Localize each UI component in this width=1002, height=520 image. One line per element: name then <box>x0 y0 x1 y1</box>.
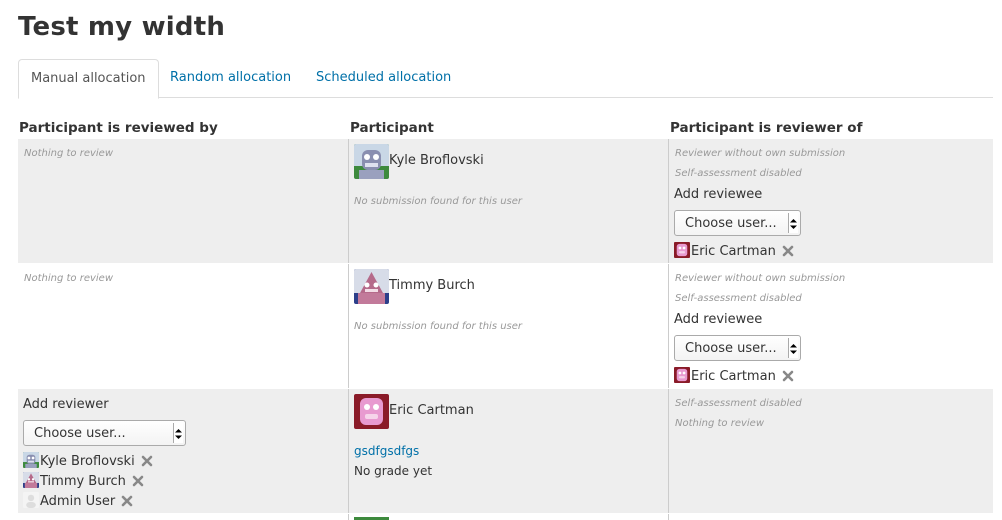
participant-cell <box>348 514 669 520</box>
tab-scheduled-allocation[interactable]: Scheduled allocation <box>304 59 463 96</box>
reviewed-by-cell: Nothing to review <box>18 139 348 263</box>
robot-grey-icon <box>354 144 389 179</box>
assigned-name: Timmy Burch <box>40 474 126 489</box>
tab-random-allocation[interactable]: Random allocation <box>158 59 303 96</box>
self-assessment-disabled-note: Self-assessment disabled <box>675 168 802 179</box>
choose-reviewee-select[interactable]: Choose user... <box>674 335 801 361</box>
robot-pink-icon <box>674 242 690 258</box>
header-reviewed-by: Participant is reviewed by <box>19 120 218 136</box>
assigned-reviewee: Eric Cartman <box>674 367 794 386</box>
assigned-reviewer: Admin User <box>23 492 133 511</box>
grade-status: No grade yet <box>354 464 433 478</box>
participant-cell: Timmy Burch No submission found for this… <box>348 264 669 388</box>
add-reviewee-label: Add reviewee <box>674 187 763 202</box>
reviewer-of-cell: Reviewer without own submission Self-ass… <box>668 139 994 263</box>
nothing-to-review-note: Nothing to review <box>24 273 114 284</box>
participant-cell: Kyle Broflovski No submission found for … <box>348 139 669 263</box>
select-arrows-icon <box>788 213 798 233</box>
robot-red-icon <box>354 269 389 304</box>
participant-name: Timmy Burch <box>389 278 475 293</box>
select-arrows-icon <box>788 338 798 358</box>
robot-pink-icon <box>354 394 389 429</box>
assigned-reviewer: Timmy Burch <box>23 472 144 491</box>
allocation-row: Nothing to review Timmy Burch No submiss… <box>18 264 993 388</box>
robot-pink-icon <box>674 367 690 383</box>
select-value: Choose user... <box>34 426 126 441</box>
no-submission-note: No submission found for this user <box>354 196 523 207</box>
participant-cell: Eric Cartman gsdfgsdfgs No grade yet <box>348 389 669 513</box>
assigned-reviewer: Kyle Broflovski <box>23 452 153 471</box>
robot-red-icon <box>23 472 39 488</box>
remove-icon[interactable] <box>141 455 153 471</box>
allocation-tabs: Manual allocation Random allocation Sche… <box>18 59 993 99</box>
allocation-row: Add reviewer Choose user... Kyle Broflov… <box>18 389 993 513</box>
assigned-name: Kyle Broflovski <box>40 454 135 469</box>
remove-icon[interactable] <box>782 245 794 261</box>
header-reviewer-of: Participant is reviewer of <box>670 120 863 136</box>
allocation-row: Nothing to review Kyle Broflovski No sub… <box>18 139 993 263</box>
participant-name: Eric Cartman <box>389 403 474 418</box>
participant-name: Kyle Broflovski <box>389 153 484 168</box>
assigned-name: Eric Cartman <box>691 369 776 384</box>
assigned-name: Eric Cartman <box>691 244 776 259</box>
default-user-icon <box>23 492 39 508</box>
select-value: Choose user... <box>685 341 777 356</box>
reviewed-by-cell: Nothing to review <box>18 264 348 388</box>
nothing-to-review-note: Nothing to review <box>675 418 765 429</box>
nothing-to-review-note: Nothing to review <box>24 148 114 159</box>
remove-icon[interactable] <box>782 370 794 386</box>
reviewer-without-submission-note: Reviewer without own submission <box>675 148 846 159</box>
tab-manual-allocation[interactable]: Manual allocation <box>18 59 159 99</box>
assigned-name: Admin User <box>40 494 116 509</box>
remove-icon[interactable] <box>132 475 144 491</box>
reviewed-by-cell: Add reviewer Choose user... Kyle Broflov… <box>18 389 348 513</box>
header-participant: Participant <box>350 120 434 136</box>
self-assessment-disabled-note: Self-assessment disabled <box>675 398 802 409</box>
add-reviewer-label: Add reviewer <box>23 397 109 412</box>
allocation-row <box>18 514 993 520</box>
submission-link[interactable]: gsdfgsdfgs <box>354 444 419 458</box>
no-submission-note: No submission found for this user <box>354 321 523 332</box>
robot-grey-icon <box>23 452 39 468</box>
reviewer-without-submission-note: Reviewer without own submission <box>675 273 846 284</box>
reviewer-of-cell <box>668 514 994 520</box>
choose-reviewer-select[interactable]: Choose user... <box>23 420 186 446</box>
choose-reviewee-select[interactable]: Choose user... <box>674 210 801 236</box>
page-title: Test my width <box>18 12 226 42</box>
remove-icon[interactable] <box>121 495 133 511</box>
select-value: Choose user... <box>685 216 777 231</box>
add-reviewee-label: Add reviewee <box>674 312 763 327</box>
reviewer-of-cell: Reviewer without own submission Self-ass… <box>668 264 994 388</box>
reviewer-of-cell: Self-assessment disabled Nothing to revi… <box>668 389 994 513</box>
select-arrows-icon <box>173 423 183 443</box>
assigned-reviewee: Eric Cartman <box>674 242 794 261</box>
self-assessment-disabled-note: Self-assessment disabled <box>675 293 802 304</box>
